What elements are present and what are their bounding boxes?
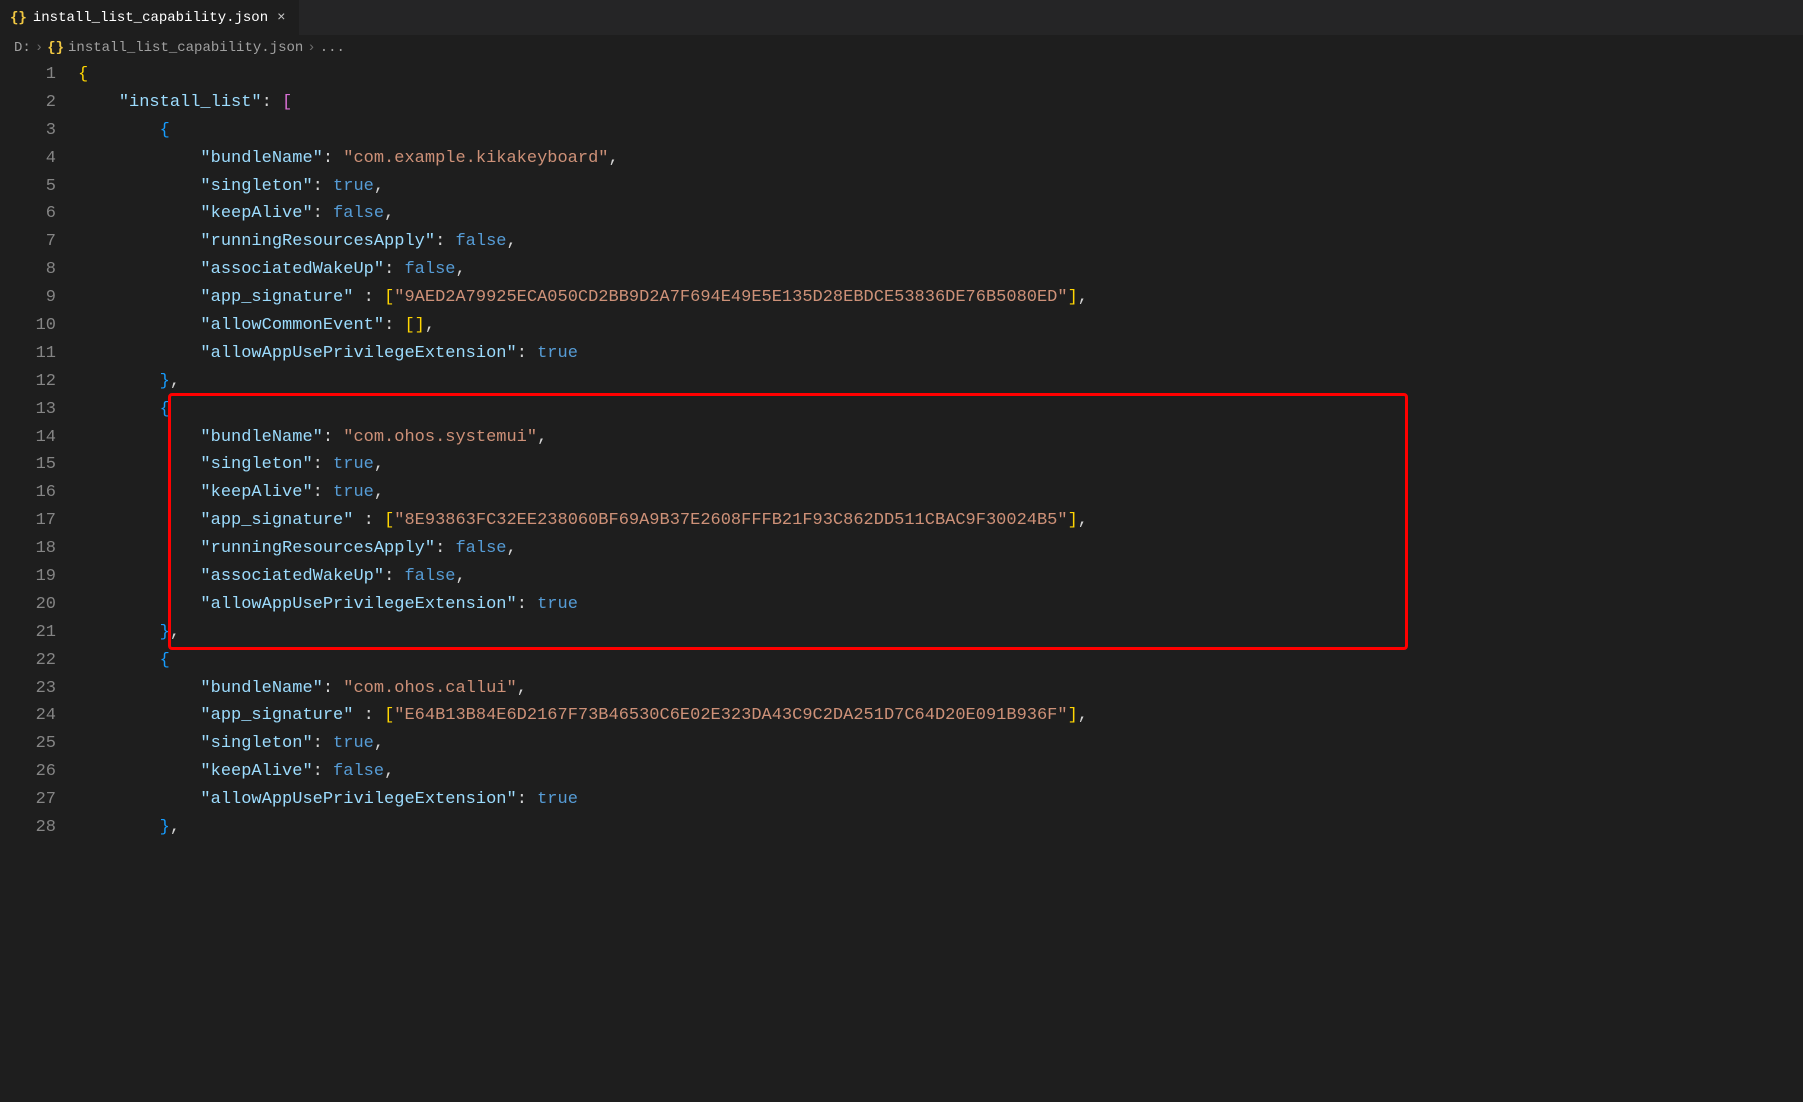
line-number: 12 — [0, 368, 56, 396]
tab-title: install_list_capability.json — [33, 10, 268, 26]
code-line[interactable]: "bundleName": "com.ohos.systemui", — [78, 424, 1803, 452]
line-number: 10 — [0, 312, 56, 340]
json-icon: {} — [47, 40, 64, 56]
line-number: 2 — [0, 89, 56, 117]
code-line[interactable]: { — [78, 61, 1803, 89]
line-number: 7 — [0, 228, 56, 256]
code-line[interactable]: { — [78, 647, 1803, 675]
breadcrumb[interactable]: D: › {} install_list_capability.json › .… — [0, 35, 1803, 61]
editor[interactable]: 1234567891011121314151617181920212223242… — [0, 61, 1803, 1102]
tab-active[interactable]: {} install_list_capability.json × — [0, 0, 300, 35]
chevron-right-icon: › — [307, 40, 315, 56]
line-number: 1 — [0, 61, 56, 89]
line-number: 13 — [0, 396, 56, 424]
code-line[interactable]: "bundleName": "com.example.kikakeyboard"… — [78, 145, 1803, 173]
code-line[interactable]: "keepAlive": true, — [78, 479, 1803, 507]
code-line[interactable]: }, — [78, 619, 1803, 647]
line-number: 19 — [0, 563, 56, 591]
line-number: 16 — [0, 479, 56, 507]
code-line[interactable]: "allowCommonEvent": [], — [78, 312, 1803, 340]
code-line[interactable]: "associatedWakeUp": false, — [78, 256, 1803, 284]
breadcrumb-drive: D: — [14, 40, 31, 56]
line-number: 26 — [0, 758, 56, 786]
line-number: 22 — [0, 647, 56, 675]
code-line[interactable]: "allowAppUsePrivilegeExtension": true — [78, 340, 1803, 368]
code-line[interactable]: "keepAlive": false, — [78, 758, 1803, 786]
code-line[interactable]: "app_signature" : ["9AED2A79925ECA050CD2… — [78, 284, 1803, 312]
line-number: 25 — [0, 730, 56, 758]
code-line[interactable]: "install_list": [ — [78, 89, 1803, 117]
line-number: 4 — [0, 145, 56, 173]
code-area[interactable]: { "install_list": [ { "bundleName": "com… — [78, 61, 1803, 1102]
code-line[interactable]: "singleton": true, — [78, 173, 1803, 201]
close-icon[interactable]: × — [274, 10, 288, 26]
code-line[interactable]: "singleton": true, — [78, 730, 1803, 758]
code-line[interactable]: { — [78, 117, 1803, 145]
line-number-gutter: 1234567891011121314151617181920212223242… — [0, 61, 78, 1102]
line-number: 23 — [0, 675, 56, 703]
chevron-right-icon: › — [35, 40, 43, 56]
line-number: 15 — [0, 451, 56, 479]
code-line[interactable]: "associatedWakeUp": false, — [78, 563, 1803, 591]
line-number: 18 — [0, 535, 56, 563]
breadcrumb-ellipsis: ... — [320, 40, 345, 56]
line-number: 5 — [0, 173, 56, 201]
line-number: 24 — [0, 702, 56, 730]
line-number: 28 — [0, 814, 56, 842]
line-number: 3 — [0, 117, 56, 145]
line-number: 8 — [0, 256, 56, 284]
code-line[interactable]: "runningResourcesApply": false, — [78, 535, 1803, 563]
line-number: 17 — [0, 507, 56, 535]
line-number: 20 — [0, 591, 56, 619]
line-number: 9 — [0, 284, 56, 312]
code-line[interactable]: "singleton": true, — [78, 451, 1803, 479]
code-line[interactable]: }, — [78, 368, 1803, 396]
code-line[interactable]: "app_signature" : ["E64B13B84E6D2167F73B… — [78, 702, 1803, 730]
code-line[interactable]: }, — [78, 814, 1803, 842]
line-number: 14 — [0, 424, 56, 452]
line-number: 21 — [0, 619, 56, 647]
code-line[interactable]: { — [78, 396, 1803, 424]
code-line[interactable]: "allowAppUsePrivilegeExtension": true — [78, 591, 1803, 619]
code-line[interactable]: "app_signature" : ["8E93863FC32EE238060B… — [78, 507, 1803, 535]
code-line[interactable]: "keepAlive": false, — [78, 200, 1803, 228]
line-number: 6 — [0, 200, 56, 228]
code-line[interactable]: "allowAppUsePrivilegeExtension": true — [78, 786, 1803, 814]
breadcrumb-file: install_list_capability.json — [68, 40, 303, 56]
code-line[interactable]: "bundleName": "com.ohos.callui", — [78, 675, 1803, 703]
code-line[interactable]: "runningResourcesApply": false, — [78, 228, 1803, 256]
tab-bar: {} install_list_capability.json × — [0, 0, 1803, 35]
json-icon: {} — [10, 10, 27, 26]
line-number: 11 — [0, 340, 56, 368]
line-number: 27 — [0, 786, 56, 814]
